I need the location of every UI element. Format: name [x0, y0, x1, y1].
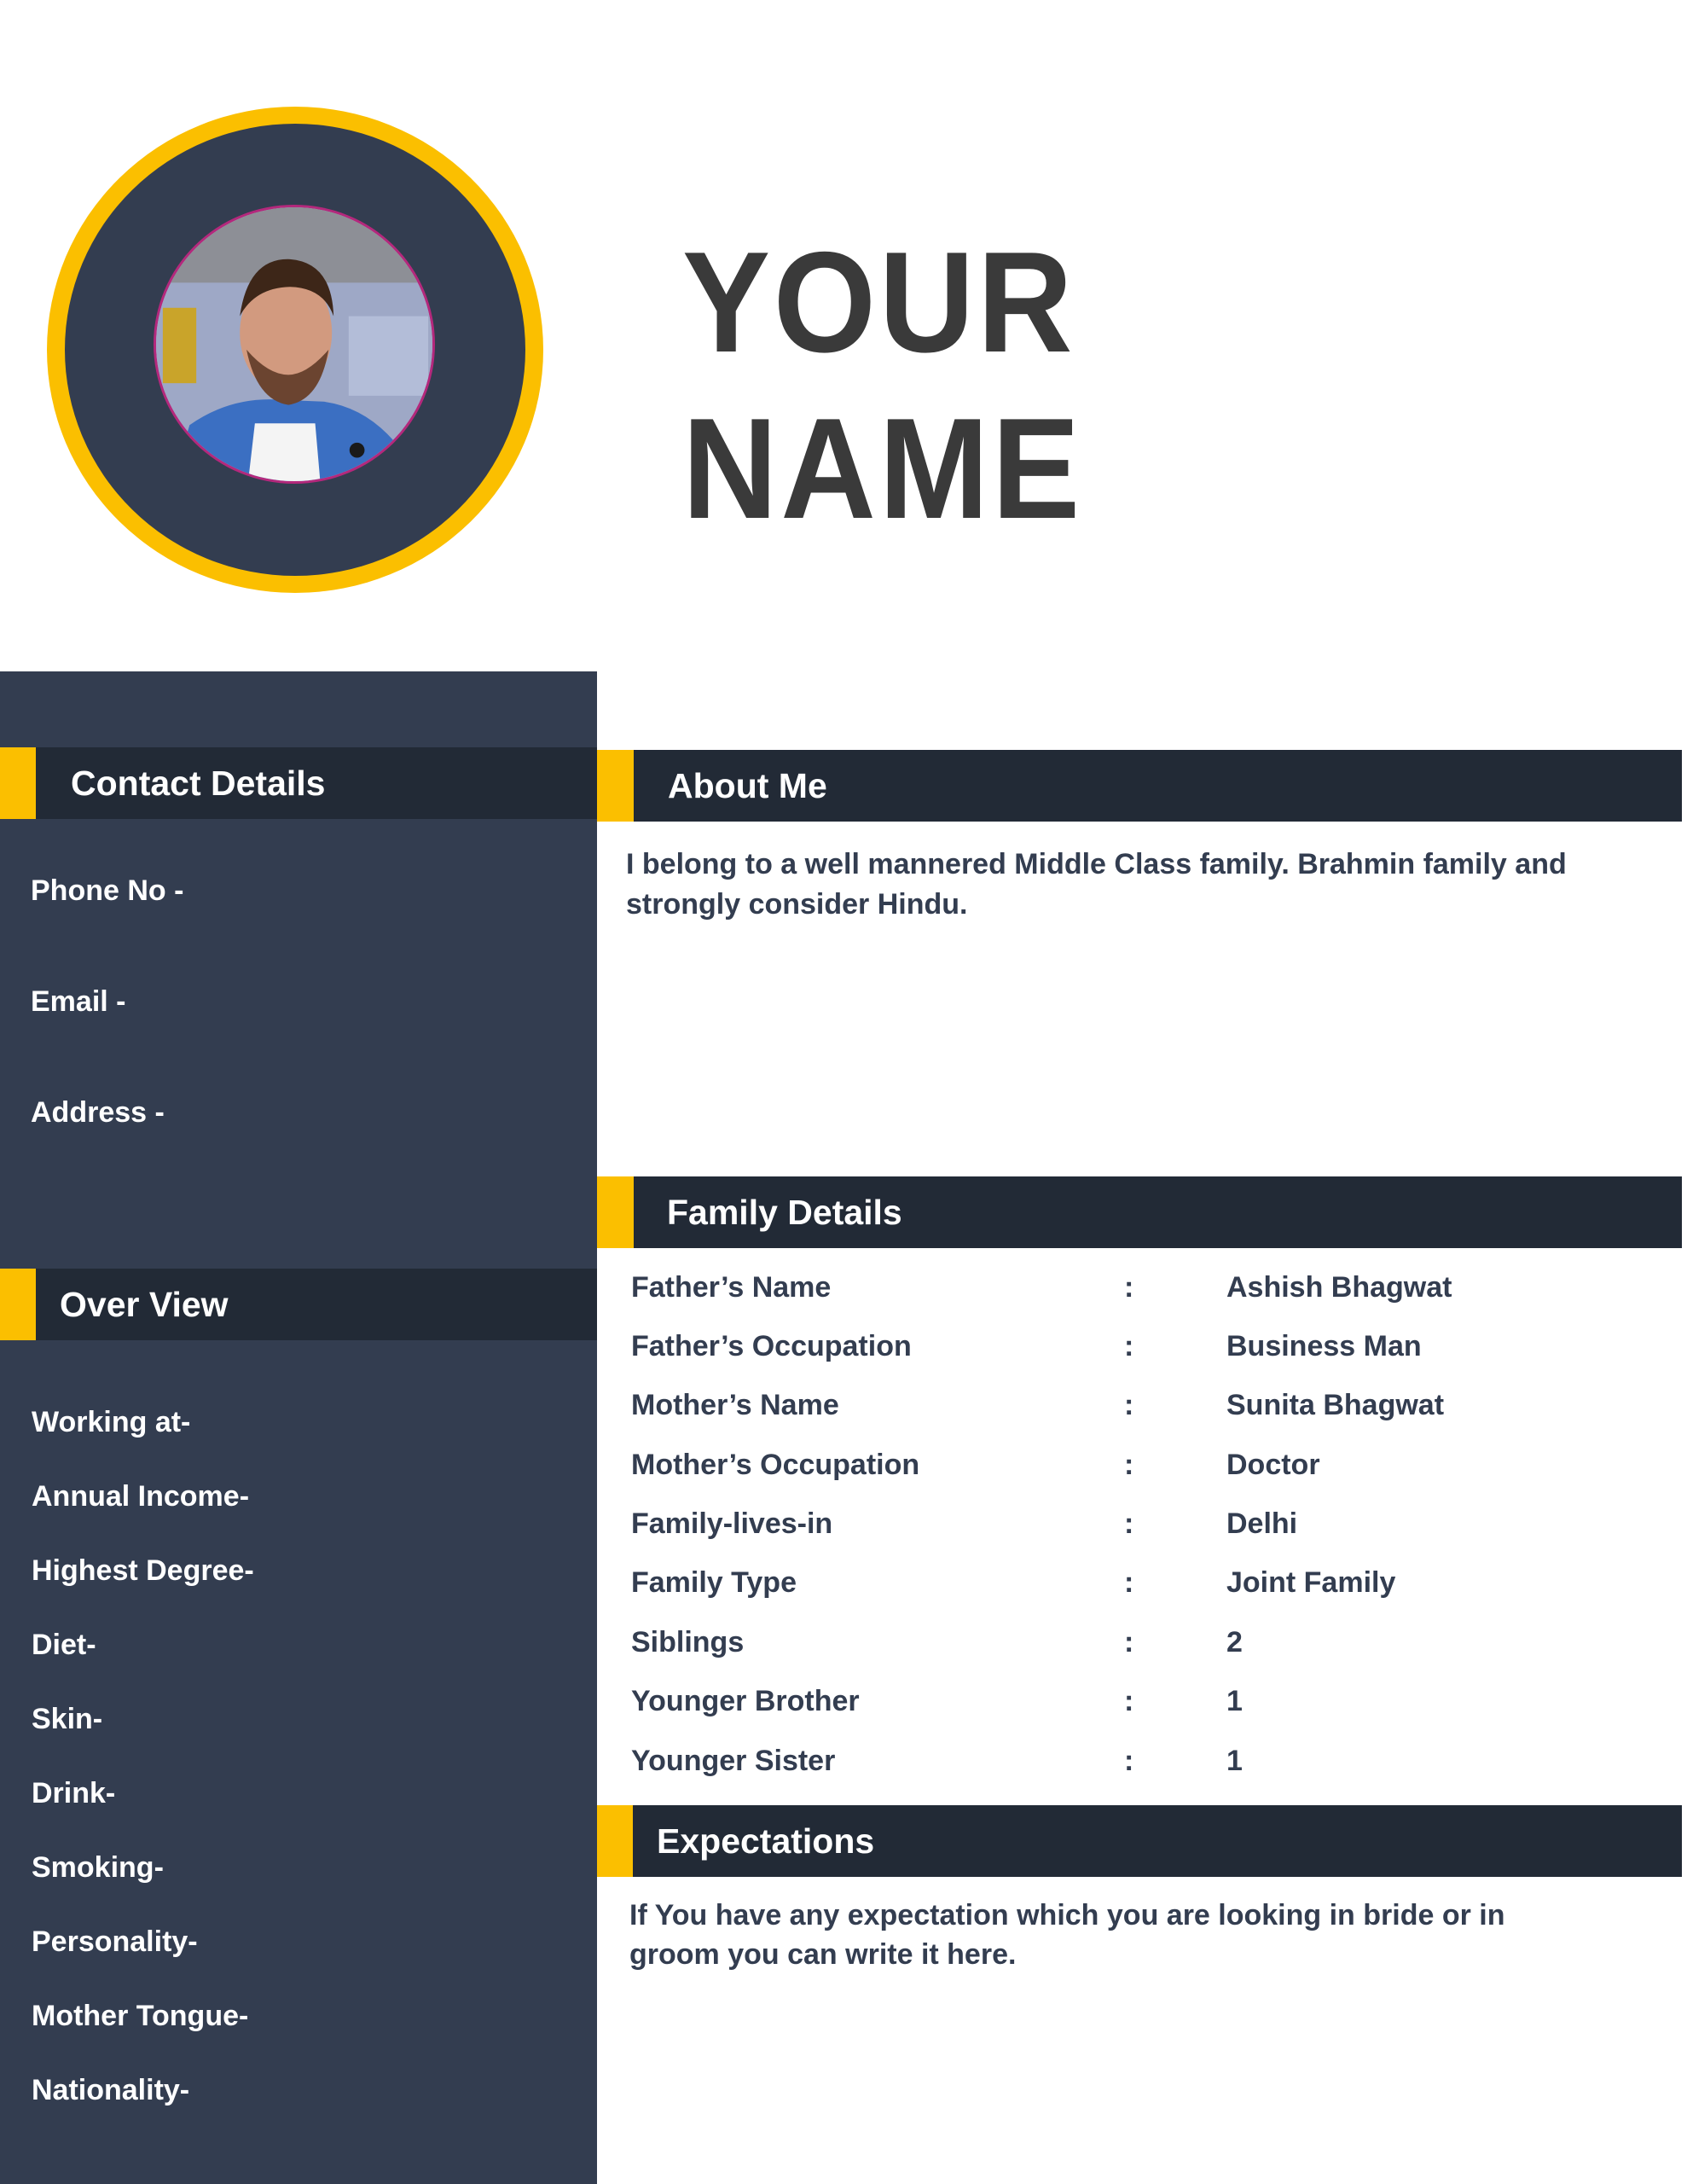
family-row-value: 1: [1226, 1685, 1243, 1717]
contact-details-title: Contact Details: [71, 763, 326, 803]
expectations-line-1: If You have any expectation which you ar…: [629, 1899, 1505, 1931]
family-row-separator: :: [1124, 1626, 1134, 1658]
family-row-separator: :: [1124, 1389, 1134, 1421]
family-row-separator: :: [1124, 1271, 1134, 1304]
family-row-separator: :: [1124, 1745, 1134, 1777]
expectations-title: Expectations: [657, 1821, 875, 1861]
family-row-key: Mother’s Occupation: [631, 1449, 920, 1481]
about-me-title: About Me: [668, 765, 827, 805]
person-photo-icon: [156, 207, 432, 481]
family-row-value: Doctor: [1226, 1449, 1320, 1481]
family-row-value: 2: [1226, 1626, 1243, 1658]
overview-item: Diet-: [32, 1629, 96, 1661]
family-details-title: Family Details: [667, 1192, 902, 1232]
family-row-key: Mother’s Name: [631, 1389, 839, 1421]
family-row-value: 1: [1226, 1745, 1243, 1777]
overview-item: Skin-: [32, 1703, 103, 1735]
family-row-key: Father’s Occupation: [631, 1330, 912, 1362]
overview-item: Annual Income-: [32, 1480, 250, 1513]
overview-header: Over View: [0, 1269, 597, 1340]
accent-bar: [0, 1269, 36, 1340]
family-row-separator: :: [1124, 1449, 1134, 1481]
expectations-header: Expectations: [597, 1805, 1682, 1877]
overview-item: Working at-: [32, 1406, 191, 1438]
about-me-header: About Me: [597, 750, 1682, 822]
overview-title: Over View: [60, 1284, 229, 1324]
family-row-separator: :: [1124, 1566, 1134, 1599]
name-line-1: YOUR: [682, 222, 1076, 382]
accent-bar: [597, 1805, 633, 1877]
profile-photo[interactable]: [154, 205, 435, 484]
family-row-value: Sunita Bhagwat: [1226, 1389, 1445, 1421]
family-row-value: Delhi: [1226, 1507, 1298, 1540]
phone-label: Phone No -: [31, 874, 184, 907]
accent-bar: [597, 1176, 634, 1248]
email-label: Email -: [31, 985, 126, 1018]
family-row-value: Business Man: [1226, 1330, 1422, 1362]
family-row-key: Younger Brother: [631, 1685, 860, 1717]
family-row-key: Family Type: [631, 1566, 797, 1599]
overview-item: Mother Tongue-: [32, 2000, 249, 2032]
overview-item: Highest Degree-: [32, 1554, 254, 1587]
about-me-line-1: I belong to a well mannered Middle Class…: [626, 848, 1567, 880]
family-row-separator: :: [1124, 1685, 1134, 1717]
family-row-value: Ashish Bhagwat: [1226, 1271, 1452, 1304]
name-line-2: NAME: [682, 388, 1083, 549]
family-row-key: Siblings: [631, 1626, 745, 1658]
contact-details-header: Contact Details: [0, 747, 597, 819]
address-label: Address -: [31, 1096, 165, 1129]
family-row-separator: :: [1124, 1507, 1134, 1540]
overview-item: Personality-: [32, 1926, 198, 1958]
accent-bar: [0, 747, 36, 819]
overview-item: Smoking-: [32, 1851, 164, 1884]
family-row-key: Family-lives-in: [631, 1507, 833, 1540]
family-row-value: Joint Family: [1226, 1566, 1396, 1599]
family-details-header: Family Details: [597, 1176, 1682, 1248]
family-row-separator: :: [1124, 1330, 1134, 1362]
expectations-line-2: groom you can write it here.: [629, 1938, 1017, 1971]
overview-item: Nationality-: [32, 2074, 190, 2106]
family-row-key: Father’s Name: [631, 1271, 832, 1304]
family-row-key: Younger Sister: [631, 1745, 836, 1777]
about-me-line-2: strongly consider Hindu.: [626, 888, 968, 921]
overview-item: Drink-: [32, 1777, 116, 1809]
accent-bar: [597, 750, 634, 822]
